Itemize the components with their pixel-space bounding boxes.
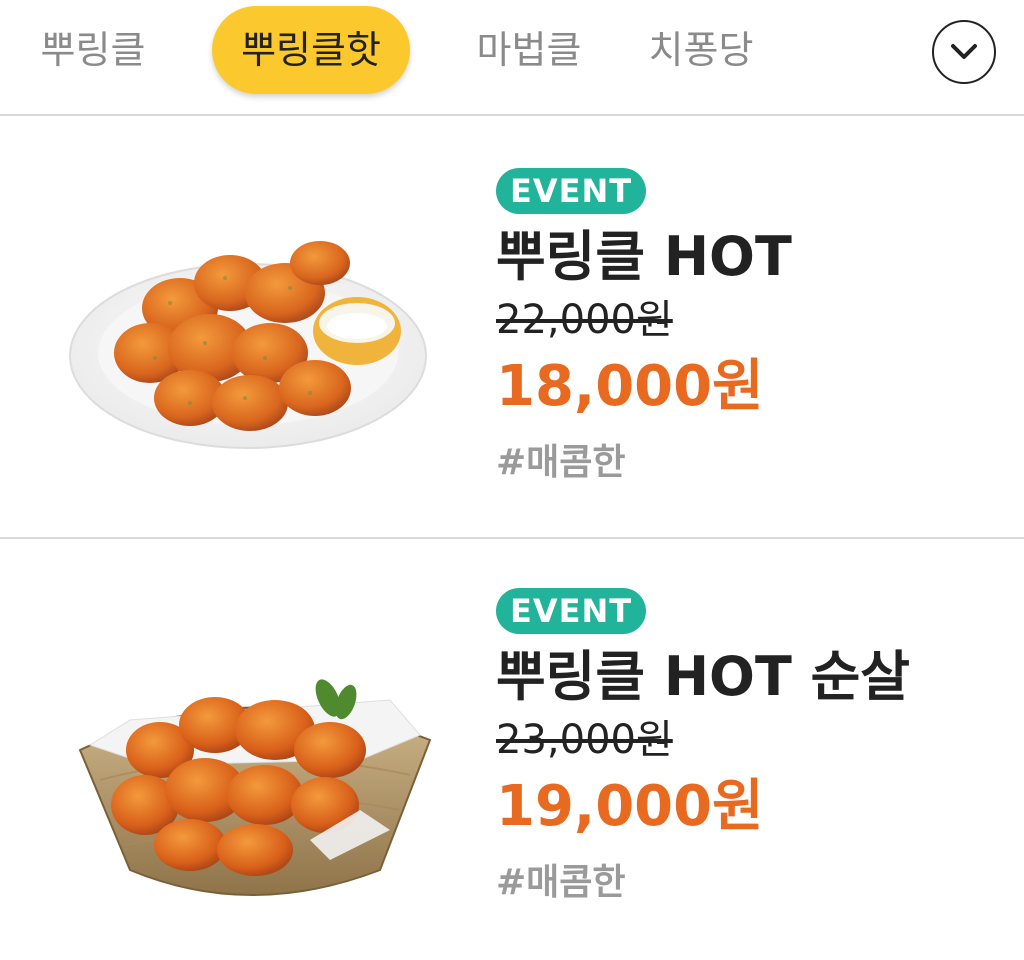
- tab-chipongdang[interactable]: 치퐁당: [628, 6, 774, 94]
- original-price: 22,000원: [496, 297, 673, 343]
- menu-item-info: EVENT 뿌링클 HOT 22,000원 18,000원 #매콤한: [496, 168, 792, 486]
- category-tab-bar: 뿌링클 뿌링클핫 마법클 치퐁당: [0, 0, 1024, 116]
- chevron-down-icon: [951, 44, 977, 59]
- chicken-basket-image: [78, 679, 432, 896]
- expand-categories-button[interactable]: [932, 20, 996, 84]
- menu-item-tag: #매콤한: [496, 442, 626, 483]
- event-badge: EVENT: [496, 168, 647, 214]
- sale-price: 18,000원: [496, 354, 764, 419]
- menu-item[interactable]: EVENT 뿌링클 HOT 순살 23,000원 19,000원 #매콤한: [0, 540, 1024, 960]
- menu-item-name: 뿌링클 HOT: [496, 225, 792, 288]
- tab-bburinkle-hot[interactable]: 뿌링클핫: [212, 6, 410, 94]
- tab-magic-cle[interactable]: 마법클: [456, 6, 602, 94]
- item-divider: [0, 537, 1024, 539]
- sale-price: 19,000원: [496, 774, 764, 839]
- original-price: 23,000원: [496, 717, 673, 763]
- menu-item-info: EVENT 뿌링클 HOT 순살 23,000원 19,000원 #매콤한: [496, 588, 910, 906]
- menu-item-name: 뿌링클 HOT 순살: [496, 645, 910, 708]
- menu-item[interactable]: EVENT 뿌링클 HOT 22,000원 18,000원 #매콤한: [0, 118, 1024, 538]
- tab-bburinkle[interactable]: 뿌링클: [20, 6, 166, 94]
- menu-item-tag: #매콤한: [496, 862, 626, 903]
- chicken-plate-image: [69, 241, 427, 449]
- event-badge: EVENT: [496, 588, 647, 634]
